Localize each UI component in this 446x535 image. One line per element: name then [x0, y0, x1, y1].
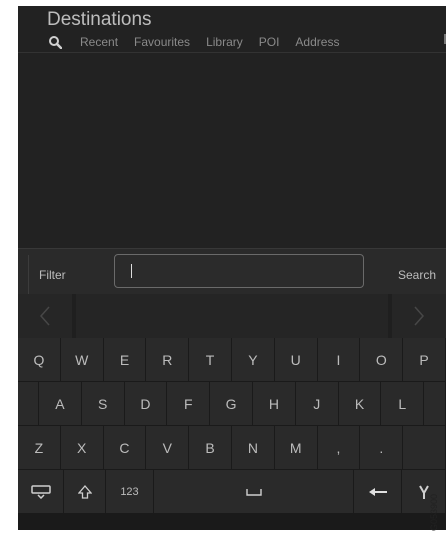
- key-f[interactable]: F: [167, 382, 211, 426]
- search-icon: [49, 36, 62, 49]
- key-b[interactable]: B: [189, 426, 232, 470]
- key-y[interactable]: Y: [232, 338, 275, 382]
- space-key[interactable]: [154, 470, 354, 514]
- key-t[interactable]: T: [189, 338, 232, 382]
- backspace-arrow-icon: [368, 487, 387, 496]
- key-i[interactable]: I: [317, 338, 361, 382]
- key-g[interactable]: G: [210, 382, 253, 426]
- key-h[interactable]: H: [253, 382, 296, 426]
- tab-library[interactable]: Library: [206, 35, 243, 49]
- tab-poi[interactable]: POI: [259, 35, 280, 49]
- key-comma[interactable]: ,: [317, 426, 361, 470]
- results-area: [18, 53, 446, 248]
- tab-search[interactable]: [46, 33, 64, 55]
- key-k[interactable]: K: [338, 382, 382, 426]
- key-j[interactable]: J: [295, 382, 339, 426]
- tab-bar: Recent Favourites Library POI Address: [46, 32, 355, 55]
- keyboard-spacer: [424, 382, 446, 426]
- more-key[interactable]: [402, 470, 446, 514]
- search-bar: Filter Search: [18, 248, 446, 299]
- suggestion-strip: [76, 294, 388, 338]
- key-x[interactable]: X: [60, 426, 104, 470]
- previous-suggestion-button[interactable]: [18, 294, 72, 338]
- text-cursor: [131, 264, 132, 278]
- suggestion-bar: [18, 294, 446, 338]
- navigation-screen: Destinations Recent Favourites Library P…: [18, 6, 446, 530]
- hide-keyboard-button[interactable]: [18, 470, 64, 514]
- key-n[interactable]: N: [232, 426, 275, 470]
- key-a[interactable]: A: [39, 382, 82, 426]
- numbers-key[interactable]: 123: [106, 470, 154, 514]
- shift-icon: [77, 484, 92, 499]
- space-icon: [245, 488, 262, 496]
- key-r[interactable]: R: [146, 338, 190, 382]
- key-e[interactable]: E: [103, 338, 147, 382]
- key-u[interactable]: U: [274, 338, 318, 382]
- tab-recent[interactable]: Recent: [80, 35, 118, 49]
- keyboard-option-icon: [418, 485, 429, 499]
- key-c[interactable]: C: [103, 426, 147, 470]
- tab-scroll-indicator: [440, 34, 446, 44]
- key-w[interactable]: W: [60, 338, 104, 382]
- key-d[interactable]: D: [124, 382, 168, 426]
- search-button[interactable]: Search: [376, 255, 436, 295]
- search-input[interactable]: [114, 254, 364, 288]
- keyboard-hide-icon: [30, 484, 51, 499]
- key-l[interactable]: L: [381, 382, 425, 426]
- tab-address[interactable]: Address: [295, 35, 339, 49]
- chevron-left-icon: [39, 306, 50, 326]
- key-v[interactable]: V: [146, 426, 190, 470]
- page-title: Destinations: [47, 9, 152, 30]
- key-s[interactable]: S: [81, 382, 125, 426]
- next-suggestion-button[interactable]: [392, 294, 446, 338]
- key-z[interactable]: Z: [18, 426, 61, 470]
- image-reference-code: G053900: [429, 493, 439, 531]
- backspace-key[interactable]: [354, 470, 402, 514]
- tab-favourites[interactable]: Favourites: [134, 35, 190, 49]
- keyboard-spacer: [18, 382, 39, 426]
- chevron-right-icon: [414, 306, 425, 326]
- key-p[interactable]: P: [403, 338, 446, 382]
- key-m[interactable]: M: [274, 426, 318, 470]
- key-q[interactable]: Q: [18, 338, 61, 382]
- keyboard-spacer: [403, 426, 446, 470]
- key-period[interactable]: .: [360, 426, 404, 470]
- on-screen-keyboard: 123 QWERTYUIOP ASDFGHJKL ZXCVBNM,.: [18, 338, 446, 530]
- key-o[interactable]: O: [360, 338, 404, 382]
- filter-button[interactable]: Filter: [28, 255, 100, 295]
- shift-key[interactable]: [64, 470, 106, 514]
